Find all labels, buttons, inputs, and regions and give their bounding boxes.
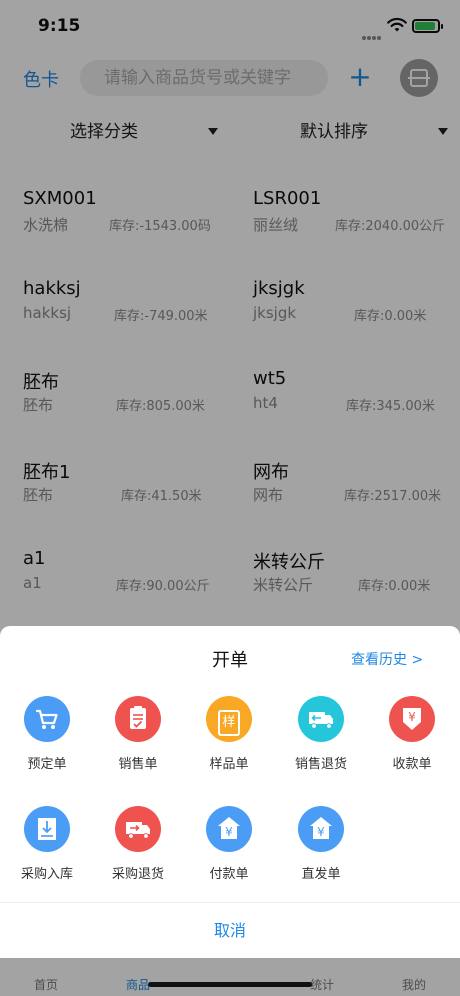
svg-text:¥: ¥ xyxy=(317,825,325,839)
action-sales-order[interactable]: 销售单 xyxy=(92,696,184,796)
action-purchase-inbound[interactable]: 采购入库 xyxy=(1,806,93,906)
sample-bag-icon: 样 xyxy=(206,696,252,742)
action-label: 采购入库 xyxy=(20,867,73,882)
action-purchase-return[interactable]: 采购退货 xyxy=(92,806,184,906)
action-label: 销售单 xyxy=(118,757,158,772)
cancel-button[interactable]: 取消 xyxy=(0,903,460,958)
action-label: 付款单 xyxy=(209,867,249,882)
return-truck-icon xyxy=(115,806,161,852)
create-order-sheet: 开单 查看历史 > 预定单 销售单 样 样品单 销售退货 ¥ 收款单 采购入库 … xyxy=(0,626,460,958)
clipboard-check-icon xyxy=(115,696,161,742)
action-direct-ship[interactable]: ¥ 直发单 xyxy=(275,806,367,906)
action-label: 采购退货 xyxy=(111,867,164,882)
action-sample-order[interactable]: 样 样品单 xyxy=(183,696,275,796)
download-box-icon xyxy=(24,806,70,852)
action-receipt[interactable]: ¥ 收款单 xyxy=(366,696,458,796)
house-yen-icon: ¥ xyxy=(298,806,344,852)
view-history-link[interactable]: 查看历史 > xyxy=(351,649,423,669)
action-payment[interactable]: ¥ 付款单 xyxy=(183,806,275,906)
home-indicator[interactable] xyxy=(148,982,312,987)
action-reservation-order[interactable]: 预定单 xyxy=(1,696,93,796)
action-label: 样品单 xyxy=(209,757,249,772)
action-sales-return[interactable]: 销售退货 xyxy=(275,696,367,796)
app-screen: 9:15 色卡 请输入商品货号或关键字 + 选择分类 默认排序 SXM001 水… xyxy=(0,0,460,996)
svg-text:¥: ¥ xyxy=(225,825,233,839)
action-label: 直发单 xyxy=(301,867,341,882)
delivery-truck-icon xyxy=(298,696,344,742)
action-label: 销售退货 xyxy=(294,757,347,772)
receipt-yen-icon: ¥ xyxy=(389,696,435,742)
action-label: 收款单 xyxy=(392,757,432,772)
house-yen-icon: ¥ xyxy=(206,806,252,852)
action-label: 预定单 xyxy=(27,757,67,772)
cart-icon xyxy=(24,696,70,742)
svg-text:¥: ¥ xyxy=(408,710,416,724)
